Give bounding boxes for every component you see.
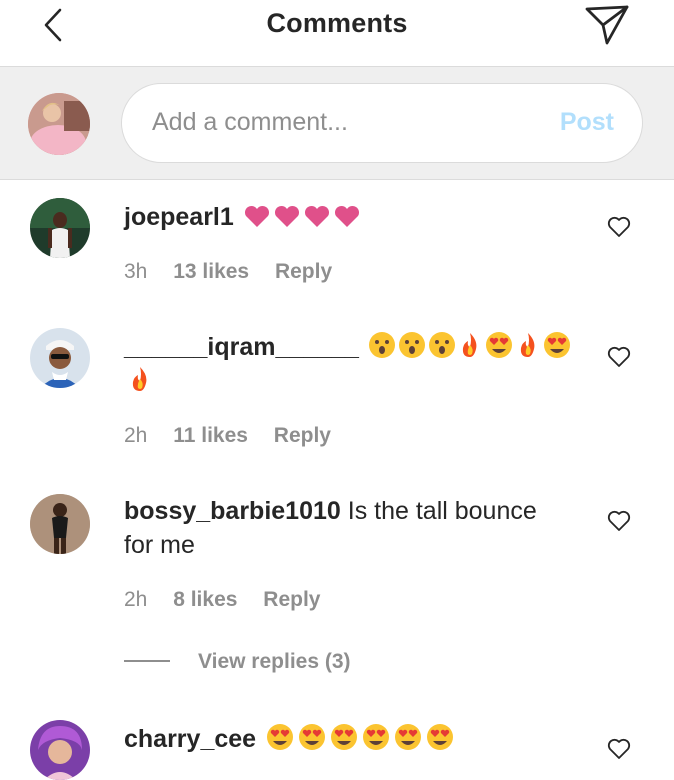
comment-meta: 2h 11 likes Reply — [124, 424, 351, 448]
direct-send-icon[interactable] — [583, 3, 631, 47]
heart-eyes-icon — [363, 724, 390, 750]
fire-icon — [520, 333, 535, 357]
hushed-face-icon — [428, 332, 455, 358]
heart-eyes-icon — [427, 724, 454, 750]
comment-likes[interactable]: 8 likes — [173, 588, 237, 611]
heart-eyes-icon — [331, 724, 358, 750]
heart-eyes-icon — [485, 332, 512, 358]
comment-time: 3h — [124, 260, 148, 283]
comment-time: 2h — [124, 424, 148, 447]
avatar[interactable] — [30, 494, 90, 554]
pink-heart-icon — [274, 205, 299, 227]
heart-eyes-icon — [267, 724, 294, 750]
comment-input[interactable]: Add a comment... Post — [121, 83, 643, 163]
page-title: Comments — [266, 8, 408, 38]
top-bar: Comments — [0, 0, 674, 66]
current-user-avatar[interactable] — [28, 93, 90, 155]
view-replies-button[interactable]: View replies (3) — [124, 650, 351, 674]
comment-username[interactable]: bossy_barbie1010 — [124, 497, 341, 525]
comment-likes[interactable]: 13 likes — [173, 260, 249, 283]
comment-username[interactable]: joepearl1 — [124, 203, 234, 231]
fire-icon — [132, 367, 147, 391]
pink-heart-icon — [244, 205, 269, 227]
comment-composer: Add a comment... Post — [0, 66, 674, 180]
emoji-row — [263, 724, 455, 753]
comment-item: ______iqram______ 2h 11 likes Reply — [0, 310, 674, 480]
comment-text: bossy_barbie1010 Is the tall bounce for … — [124, 494, 564, 562]
avatar[interactable] — [30, 328, 90, 388]
comment-meta: 2h 8 likes Reply — [124, 588, 340, 612]
hushed-face-icon — [398, 332, 425, 358]
post-button[interactable]: Post — [560, 108, 614, 137]
reply-button[interactable]: Reply — [274, 424, 331, 447]
comment-meta: 3h 13 likes Reply — [124, 260, 352, 284]
like-heart-icon[interactable] — [607, 738, 631, 760]
comment-item: bossy_barbie1010 Is the tall bounce for … — [0, 478, 674, 688]
pink-heart-icon — [304, 205, 329, 227]
emoji-row — [241, 203, 361, 231]
heart-eyes-icon — [543, 332, 570, 358]
comment-time: 2h — [124, 588, 148, 611]
heart-eyes-icon — [395, 724, 422, 750]
comment-item: joepearl1 3h 13 likes Reply — [0, 180, 674, 310]
avatar[interactable] — [30, 198, 90, 258]
comment-username[interactable]: charry_cee — [124, 725, 256, 753]
comment-username[interactable]: ______iqram______ — [124, 333, 359, 361]
fire-icon — [462, 333, 477, 357]
reply-button[interactable]: Reply — [263, 588, 320, 611]
hushed-face-icon — [368, 332, 395, 358]
like-heart-icon[interactable] — [607, 346, 631, 368]
comment-text: joepearl1 — [124, 200, 564, 234]
view-replies-label: View replies (3) — [198, 650, 351, 673]
comment-item: charry_cee — [0, 706, 674, 780]
comment-text: charry_cee — [124, 722, 564, 756]
avatar[interactable] — [30, 720, 90, 780]
pink-heart-icon — [334, 205, 359, 227]
comment-input-placeholder: Add a comment... — [152, 108, 348, 136]
heart-eyes-icon — [299, 724, 326, 750]
replies-divider — [124, 660, 170, 662]
reply-button[interactable]: Reply — [275, 260, 332, 283]
comment-likes[interactable]: 11 likes — [173, 424, 248, 447]
comment-text: ______iqram______ — [124, 330, 584, 398]
like-heart-icon[interactable] — [607, 510, 631, 532]
like-heart-icon[interactable] — [607, 216, 631, 238]
